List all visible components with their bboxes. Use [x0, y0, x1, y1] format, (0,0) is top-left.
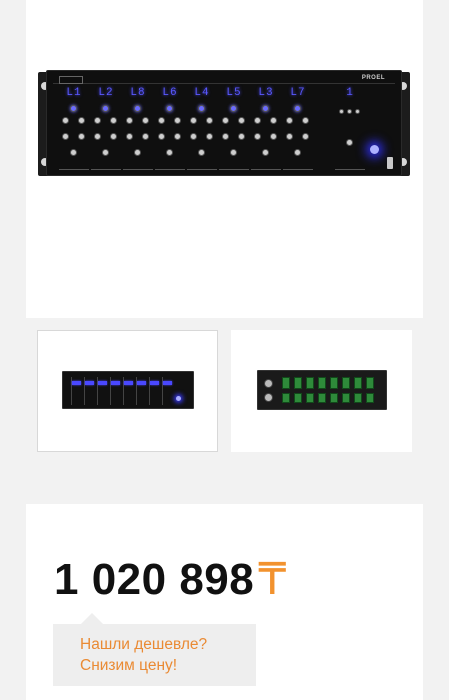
zone-channel-1: L1: [59, 87, 89, 173]
zone-channel-4: L6: [155, 87, 185, 173]
rack-mixer-front-image: PROEL L1 L2 L8 L6 L4 L5 L3 L7 1: [38, 62, 410, 180]
monitor-section: 1: [335, 87, 365, 173]
zone-channel-8: L7: [283, 87, 313, 173]
found-cheaper-line2: Снизим цену!: [80, 657, 178, 674]
monitor-display: 1: [346, 87, 354, 99]
mixer-faceplate: PROEL L1 L2 L8 L6 L4 L5 L3 L7 1: [46, 70, 402, 176]
brand-label: PROEL: [361, 75, 385, 81]
zone-channel-6: L5: [219, 87, 249, 173]
found-cheaper-line1: Нашли дешевле?: [80, 636, 208, 653]
mixer-rear-thumbnail-icon: [257, 370, 387, 410]
zone-channel-2: L2: [91, 87, 121, 173]
power-switch-icon: [387, 157, 393, 169]
zone-channel-5: L4: [187, 87, 217, 173]
channel-display: L8: [130, 87, 146, 99]
price-amount: 1 020 898: [54, 555, 255, 604]
channel-display: L3: [258, 87, 274, 99]
maker-logo-icon: [59, 76, 83, 84]
mixer-front-thumbnail-icon: [62, 371, 194, 409]
channel-display: L7: [290, 87, 306, 99]
channel-display: L4: [194, 87, 210, 99]
channel-display: L2: [98, 87, 114, 99]
thumbnail-rear-view[interactable]: [231, 330, 412, 452]
zone-channel-3: L8: [123, 87, 153, 173]
zone-channel-7: L3: [251, 87, 281, 173]
channel-display: L5: [226, 87, 242, 99]
channel-display: L6: [162, 87, 178, 99]
main-product-image[interactable]: PROEL L1 L2 L8 L6 L4 L5 L3 L7 1: [26, 0, 423, 318]
power-led-icon: [370, 145, 379, 154]
thumbnail-front-view[interactable]: [37, 330, 218, 452]
product-price: 1 020 898₸: [54, 554, 287, 605]
price-card: 1 020 898₸ Нашли дешевле? Снизим цену!: [26, 504, 423, 700]
faceplate-topbar: PROEL: [53, 75, 395, 84]
currency-symbol: ₸: [258, 555, 287, 604]
channel-display: L1: [66, 87, 82, 99]
found-cheaper-button[interactable]: Нашли дешевле? Снизим цену!: [53, 613, 256, 686]
